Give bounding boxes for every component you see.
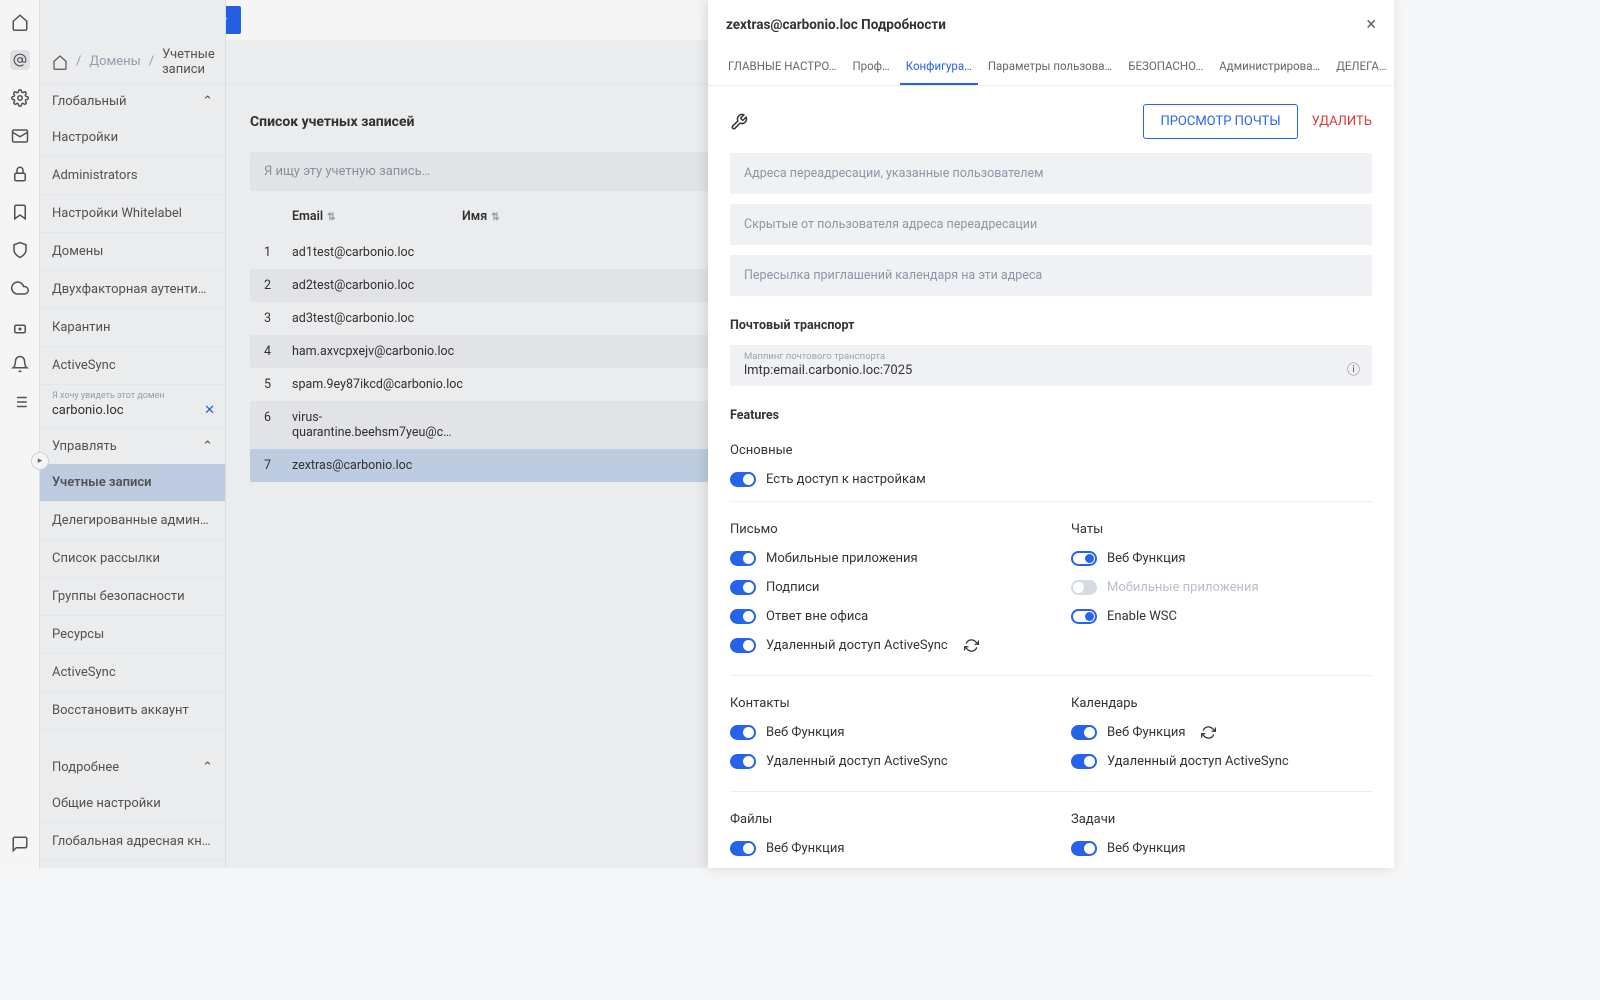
sidebar-item[interactable]: Общие настройки — [40, 785, 225, 823]
key-icon[interactable] — [10, 316, 30, 336]
chevron-down-icon: ⌃ — [202, 94, 213, 109]
toggle-mail-mobile[interactable] — [730, 551, 756, 566]
sidebar-item[interactable]: ActiveSync — [40, 654, 225, 692]
tab-config[interactable]: Конфигура… — [900, 49, 978, 85]
chevron-down-icon: ⌃ — [202, 439, 213, 454]
toggle-chats-mobile — [1071, 580, 1097, 595]
detail-panel: zextras@carbonio.loc Подробности × ГЛАВН… — [708, 0, 1394, 868]
sidebar-collapse-toggle[interactable]: ▸ — [31, 452, 49, 470]
forwarding-user-input[interactable]: Адреса переадресации, указанные пользова… — [730, 153, 1372, 194]
delete-button[interactable]: УДАЛИТЬ — [1312, 114, 1372, 129]
home-icon[interactable] — [10, 12, 30, 32]
tab-delegate[interactable]: ДЕЛЕГА… — [1330, 49, 1392, 85]
toggle-tasks-web[interactable] — [1071, 841, 1097, 856]
sidebar-item[interactable]: Глобальная адресная книга — [40, 823, 225, 861]
lock-icon[interactable] — [10, 164, 30, 184]
at-icon[interactable] — [10, 50, 30, 70]
section-features: Features — [730, 408, 1372, 423]
sidebar-item[interactable]: Двухфакторная аутентификация — [40, 271, 225, 309]
toggle-signatures[interactable] — [730, 580, 756, 595]
sidebar: / Домены / Учетные записи Глобальный⌃ На… — [40, 0, 226, 868]
refresh-icon[interactable] — [964, 638, 979, 653]
close-icon[interactable]: × — [1366, 14, 1376, 35]
tab-admin[interactable]: Администрирова… — [1213, 49, 1326, 85]
chat-icon[interactable] — [10, 834, 30, 854]
sidebar-item[interactable]: Настройки Whitelabel — [40, 195, 225, 233]
gear-icon[interactable] — [10, 88, 30, 108]
sidebar-item[interactable]: Настройки — [40, 119, 225, 157]
tools-icon[interactable] — [730, 113, 748, 131]
info-icon[interactable]: ⓘ — [1347, 359, 1360, 378]
sidebar-item[interactable]: Группы безопасности — [40, 578, 225, 616]
panel-title: zextras@carbonio.loc Подробности — [726, 17, 946, 33]
chevron-down-icon: ⌃ — [202, 760, 213, 775]
home-icon[interactable] — [52, 54, 68, 70]
tab-main[interactable]: ГЛАВНЫЕ НАСТРО… — [722, 49, 842, 85]
sidebar-item[interactable]: Карантин — [40, 309, 225, 347]
toggle-contacts-as[interactable] — [730, 754, 756, 769]
tab-profile[interactable]: Проф… — [846, 49, 895, 85]
list-icon[interactable] — [10, 392, 30, 412]
transport-field[interactable]: Маппинг почтового транспорта lmtp:email.… — [730, 345, 1372, 386]
sidebar-item[interactable]: Ресурсы — [40, 616, 225, 654]
section-transport: Почтовый транспорт — [730, 318, 1372, 333]
toggle-cal-web[interactable] — [1071, 725, 1097, 740]
calendar-forward-input[interactable]: Пересылка приглашений календаря на эти а… — [730, 255, 1372, 296]
sidebar-item[interactable]: Administrators — [40, 157, 225, 195]
toggle-settings-access[interactable] — [730, 472, 756, 487]
domain-filter[interactable]: Я хочу увидеть этот домен carbonio.loc ✕ — [40, 385, 225, 429]
toggle-files-web[interactable] — [730, 841, 756, 856]
clear-icon[interactable]: ✕ — [204, 403, 215, 418]
forwarding-hidden-input[interactable]: Скрытые от пользователя адреса переадрес… — [730, 204, 1372, 245]
toggle-chats-web[interactable] — [1071, 551, 1097, 566]
sidebar-item-accounts[interactable]: Учетные записи — [40, 464, 225, 502]
toggle-ooo[interactable] — [730, 609, 756, 624]
view-mail-button[interactable]: ПРОСМОТР ПОЧТЫ — [1143, 104, 1297, 139]
sort-icon[interactable]: ⇅ — [327, 212, 335, 223]
mail-icon[interactable] — [10, 126, 30, 146]
sort-icon[interactable]: ⇅ — [491, 212, 499, 223]
toggle-contacts-web[interactable] — [730, 725, 756, 740]
breadcrumb: / Домены / Учетные записи — [40, 40, 225, 84]
icon-rail — [0, 0, 40, 868]
sidebar-item[interactable]: Восстановить аккаунт — [40, 692, 225, 730]
toggle-activesync-mail[interactable] — [730, 638, 756, 653]
sidebar-item[interactable]: Домены — [40, 233, 225, 271]
sidebar-group-manage[interactable]: Управлять⌃ — [40, 429, 225, 464]
shield-icon[interactable] — [10, 240, 30, 260]
sidebar-item[interactable]: ActiveSync — [40, 347, 225, 385]
tab-userparams[interactable]: Параметры пользова… — [982, 49, 1118, 85]
bookmark-icon[interactable] — [10, 202, 30, 222]
sidebar-item[interactable]: Делегированные администраторы — [40, 502, 225, 540]
panel-tabs: ГЛАВНЫЕ НАСТРО… Проф… Конфигура… Парамет… — [708, 49, 1394, 86]
refresh-icon[interactable] — [1201, 725, 1216, 740]
toggle-cal-as[interactable] — [1071, 754, 1097, 769]
bell-icon[interactable] — [10, 354, 30, 374]
sidebar-item[interactable]: Список рассылки — [40, 540, 225, 578]
tab-security[interactable]: БЕЗОПАСНО… — [1122, 49, 1209, 85]
cloud-icon[interactable] — [10, 278, 30, 298]
toggle-wsc[interactable] — [1071, 609, 1097, 624]
sidebar-group-global[interactable]: Глобальный⌃ — [40, 84, 225, 119]
sidebar-group-more[interactable]: Подробнее⌃ — [40, 750, 225, 785]
